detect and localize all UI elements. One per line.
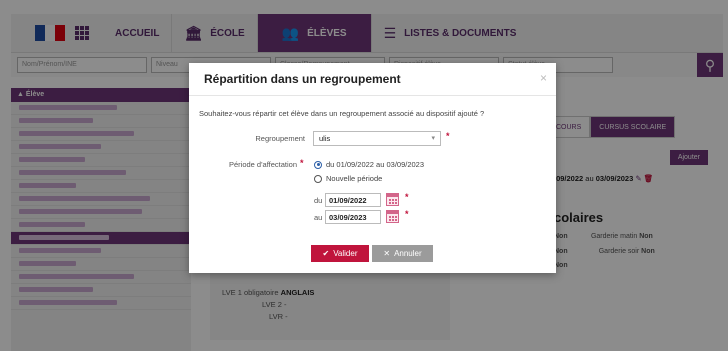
chevron-down-icon: ▾ <box>431 135 435 142</box>
radio-new-period-label: Nouvelle période <box>326 174 383 183</box>
calendar-icon[interactable] <box>386 193 399 206</box>
required-mark: * <box>300 158 304 168</box>
calendar-icon[interactable] <box>386 210 399 223</box>
check-icon: ✔ <box>322 249 330 258</box>
close-icon[interactable]: × <box>540 71 547 85</box>
periode-label: Période d'affectation <box>228 160 297 169</box>
end-date-input[interactable]: 03/09/2023 <box>325 210 381 224</box>
required-mark: * <box>405 209 409 219</box>
dialog-title: Répartition dans un regroupement <box>204 72 401 86</box>
start-date-input[interactable]: 01/09/2022 <box>325 193 381 207</box>
radio-current-period[interactable]: du 01/09/2022 au 03/09/2023 <box>314 160 424 169</box>
regroupement-label: Regroupement <box>255 134 305 143</box>
required-mark: * <box>405 192 409 202</box>
required-mark: * <box>446 131 450 141</box>
radio-button[interactable] <box>314 174 322 183</box>
annuler-label: Annuler <box>394 249 422 258</box>
du-label: du <box>314 196 323 205</box>
regroupement-select[interactable]: ulis ▾ <box>313 131 441 146</box>
au-label: au <box>314 213 323 222</box>
dialog-question: Souhaitez-vous répartir cet élève dans u… <box>199 109 485 118</box>
dialog-header: Répartition dans un regroupement × <box>189 63 556 96</box>
repartition-dialog: Répartition dans un regroupement × Souha… <box>189 63 556 273</box>
valider-label: Valider <box>333 249 358 258</box>
radio-new-period[interactable]: Nouvelle période <box>314 174 382 183</box>
radio-button-checked[interactable] <box>314 160 322 169</box>
regroupement-value: ulis <box>319 134 331 143</box>
valider-button[interactable]: ✔ Valider <box>311 245 369 262</box>
close-icon: ✕ <box>383 249 391 258</box>
annuler-button[interactable]: ✕ Annuler <box>372 245 433 262</box>
radio-current-period-label: du 01/09/2022 au 03/09/2023 <box>326 160 425 169</box>
